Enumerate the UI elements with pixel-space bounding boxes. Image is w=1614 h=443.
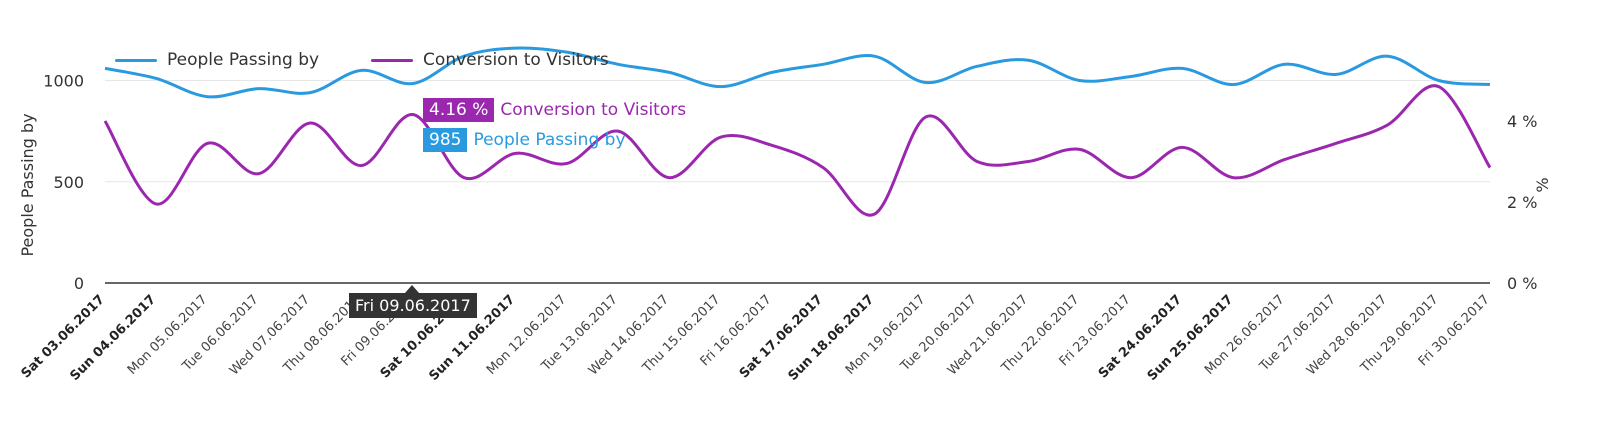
point-people-passing-by[interactable]	[1486, 81, 1494, 89]
point-people-passing-by[interactable]	[1127, 72, 1135, 80]
legend: People Passing by Conversion to Visitors	[115, 50, 609, 70]
y-axis-ticks: 0 500 1000	[43, 72, 84, 294]
point-people-passing-by[interactable]	[1230, 81, 1238, 89]
legend-item-people-passing-by[interactable]: People Passing by	[115, 50, 319, 70]
point-conversion-to-visitors[interactable]	[870, 210, 878, 218]
point-conversion-to-visitors[interactable]	[101, 117, 109, 125]
point-conversion-to-visitors[interactable]	[717, 133, 725, 141]
y-tick-label: 500	[53, 173, 84, 192]
point-people-passing-by[interactable]	[665, 68, 673, 76]
point-conversion-to-visitors[interactable]	[1332, 139, 1340, 147]
tooltip-visitors: 985 People Passing by	[423, 128, 626, 152]
series-line-conversion-to-visitors[interactable]	[103, 84, 1492, 217]
x-tick-label: Sat 03.06.2017	[19, 292, 108, 381]
point-people-passing-by[interactable]	[870, 52, 878, 60]
tooltip-visitors-value: 985	[423, 128, 468, 152]
legend-swatch-people-passing-by	[115, 58, 157, 62]
point-people-passing-by[interactable]	[768, 68, 776, 76]
tooltip-conversion-value: 4.16 %	[423, 98, 495, 122]
tooltip-date: Fri 09.06.2017	[349, 285, 477, 318]
point-conversion-to-visitors[interactable]	[460, 174, 468, 182]
point-people-passing-by[interactable]	[973, 62, 981, 70]
point-conversion-to-visitors[interactable]	[973, 158, 981, 166]
point-conversion-to-visitors[interactable]	[255, 170, 263, 178]
legend-swatch-conversion-to-visitors	[371, 58, 414, 62]
point-conversion-to-visitors[interactable]	[768, 141, 776, 149]
y2-axis-title: %	[1533, 177, 1552, 192]
point-people-passing-by[interactable]	[1332, 70, 1340, 78]
y2-tick-label: 2 %	[1507, 193, 1537, 212]
point-people-passing-by[interactable]	[1076, 77, 1084, 85]
point-people-passing-by[interactable]	[717, 83, 725, 91]
point-conversion-to-visitors[interactable]	[152, 200, 160, 208]
point-conversion-to-visitors[interactable]	[1486, 164, 1494, 172]
y-tick-label: 1000	[43, 72, 84, 91]
point-conversion-to-visitors[interactable]	[306, 119, 314, 127]
y-axis-title: People Passing by	[18, 113, 37, 256]
y2-tick-label: 0 %	[1507, 274, 1537, 293]
x-tick-label: Sun 18.06.2017	[786, 292, 878, 384]
point-conversion-to-visitors[interactable]	[1024, 158, 1032, 166]
point-people-passing-by[interactable]	[614, 60, 622, 68]
point-people-passing-by[interactable]	[255, 85, 263, 93]
point-conversion-to-visitors[interactable]	[922, 113, 930, 121]
point-conversion-to-visitors[interactable]	[1076, 145, 1084, 153]
point-conversion-to-visitors[interactable]	[204, 139, 212, 147]
point-conversion-to-visitors[interactable]	[409, 111, 417, 119]
point-conversion-to-visitors[interactable]	[1435, 83, 1443, 91]
legend-label-conversion-to-visitors: Conversion to Visitors	[423, 50, 609, 70]
y2-tick-label: 4 %	[1507, 112, 1537, 131]
point-conversion-to-visitors[interactable]	[1127, 174, 1135, 182]
point-conversion-to-visitors[interactable]	[563, 160, 571, 168]
point-conversion-to-visitors[interactable]	[1178, 143, 1186, 151]
point-people-passing-by[interactable]	[1281, 60, 1289, 68]
tooltip-conversion-label: Conversion to Visitors	[500, 100, 687, 120]
tooltip-conversion: 4.16 % Conversion to Visitors	[423, 98, 686, 122]
point-people-passing-by[interactable]	[922, 79, 930, 87]
point-people-passing-by[interactable]	[1178, 64, 1186, 72]
x-axis-ticks: Sat 03.06.2017Sun 04.06.2017Mon 05.06.20…	[19, 292, 1493, 384]
point-conversion-to-visitors[interactable]	[1383, 121, 1391, 129]
x-tick-label: Sun 25.06.2017	[1145, 292, 1237, 384]
point-conversion-to-visitors[interactable]	[357, 162, 365, 170]
point-conversion-to-visitors[interactable]	[1230, 174, 1238, 182]
point-people-passing-by[interactable]	[152, 74, 160, 82]
point-conversion-to-visitors[interactable]	[665, 174, 673, 182]
point-people-passing-by[interactable]	[409, 80, 417, 88]
y2-axis-ticks: 0 % 2 % 4 %	[1507, 112, 1537, 293]
tooltip-visitors-label: People Passing by	[473, 130, 626, 150]
point-conversion-to-visitors[interactable]	[1281, 155, 1289, 163]
legend-label-people-passing-by: People Passing by	[167, 50, 320, 70]
point-people-passing-by[interactable]	[204, 93, 212, 101]
point-people-passing-by[interactable]	[1383, 52, 1391, 60]
point-people-passing-by[interactable]	[819, 60, 827, 68]
y-tick-label: 0	[74, 274, 84, 293]
x-tick-label: Sun 04.06.2017	[67, 292, 159, 384]
point-people-passing-by[interactable]	[101, 64, 109, 72]
point-people-passing-by[interactable]	[1024, 56, 1032, 64]
point-people-passing-by[interactable]	[306, 89, 314, 97]
point-conversion-to-visitors[interactable]	[819, 164, 827, 172]
legend-item-conversion-to-visitors[interactable]: Conversion to Visitors	[371, 50, 609, 70]
series-points	[101, 44, 1494, 218]
